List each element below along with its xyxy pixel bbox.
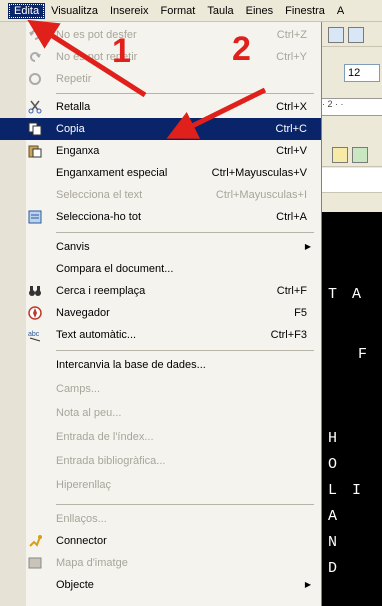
menu-item-links[interactable]: Enllaços... <box>0 508 321 530</box>
ruler-vertical <box>322 168 382 193</box>
menu-visualitza[interactable]: Visualitza <box>45 3 104 19</box>
doc-letter: D <box>328 560 338 577</box>
doc-letter: A <box>352 286 362 303</box>
paste-icon <box>28 144 42 158</box>
copy-icon <box>28 122 42 136</box>
menu-item-compare-document[interactable]: Compara el document... <box>0 258 321 280</box>
redo-icon <box>28 50 42 64</box>
menu-item-fields[interactable]: Camps... <box>0 378 321 400</box>
menu-edita[interactable]: Edita <box>8 2 46 19</box>
standard-toolbar <box>322 22 382 47</box>
submenu-arrow-icon: ▶ <box>304 580 311 589</box>
doc-letter: F <box>358 346 368 363</box>
menu-item-hyperlink[interactable]: Hiperenllaç <box>0 474 321 496</box>
menu-item-redo[interactable]: No es pot repetir Ctrl+Y <box>0 46 321 68</box>
menu-format[interactable]: Format <box>155 3 202 19</box>
menu-eines[interactable]: Eines <box>240 3 280 19</box>
menu-item-navigator[interactable]: Navegador F5 <box>0 302 321 324</box>
toolbar-icon[interactable] <box>348 27 364 43</box>
svg-text:abc: abc <box>28 331 40 338</box>
doc-letter: I <box>352 482 362 499</box>
binoculars-icon <box>28 284 42 298</box>
menu-taula[interactable]: Taula <box>201 3 239 19</box>
menu-item-plugin[interactable]: Connector <box>0 530 321 552</box>
menu-item-exchange-database[interactable]: Intercanvia la base de dades... <box>0 354 321 376</box>
menu-item-select-text[interactable]: Selecciona el text Ctrl+Mayusculas+I <box>0 184 321 206</box>
menu-separator <box>56 504 314 505</box>
menu-item-image-map[interactable]: Mapa d'imatge <box>0 552 321 574</box>
menu-item-changes[interactable]: Canvis ▶ <box>0 236 321 258</box>
menu-item-footnote[interactable]: Nota al peu... <box>0 402 321 424</box>
menu-item-autotext[interactable]: abc Text automàtic... Ctrl+F3 <box>0 324 321 346</box>
menu-item-paste-special[interactable]: Enganxament especial Ctrl+Mayusculas+V <box>0 162 321 184</box>
menu-item-undo[interactable]: No es pot desfer Ctrl+Z <box>0 24 321 46</box>
menu-separator <box>56 232 314 233</box>
menu-insereix[interactable]: Insereix <box>104 3 155 19</box>
menu-item-find-replace[interactable]: Cerca i reemplaça Ctrl+F <box>0 280 321 302</box>
autotext-icon: abc <box>28 328 42 342</box>
chart-icon[interactable] <box>352 147 368 163</box>
table-icon[interactable] <box>332 147 348 163</box>
menu-separator <box>56 93 314 94</box>
menu-item-repeat[interactable]: Repetir <box>0 68 321 90</box>
undo-icon <box>28 28 42 42</box>
doc-letter: N <box>328 534 338 551</box>
imagemap-icon <box>28 556 42 570</box>
menu-bar: Edita Visualitza Insereix Format Taula E… <box>0 0 382 22</box>
doc-letter: L <box>328 482 338 499</box>
menu-item-select-all[interactable]: Selecciona-ho tot Ctrl+A <box>0 206 321 228</box>
font-size-field[interactable]: 12 <box>344 64 380 82</box>
toolbar-icon[interactable] <box>328 27 344 43</box>
menu-item-cut[interactable]: Retalla Ctrl+X <box>0 96 321 118</box>
menu-separator <box>56 350 314 351</box>
ruler: · 2 · · <box>322 98 382 116</box>
scissors-icon <box>28 100 42 114</box>
annotation-number-1: 1 <box>112 32 131 70</box>
doc-letter: O <box>328 456 338 473</box>
format-toolbar <box>322 142 382 167</box>
plugin-icon <box>28 534 42 548</box>
doc-letter: T <box>328 286 338 303</box>
navigator-icon <box>28 306 42 320</box>
document-area: T A F H O L I A N D <box>322 270 382 606</box>
doc-letter: A <box>328 508 338 525</box>
menu-item-object[interactable]: Objecte ▶ <box>0 574 321 596</box>
toolbar-area: 12 · 2 · · <box>322 22 382 212</box>
menu-finestra[interactable]: Finestra <box>279 3 331 19</box>
annotation-number-2: 2 <box>232 30 251 68</box>
select-all-icon <box>28 210 42 224</box>
menu-item-paste[interactable]: Enganxa Ctrl+V <box>0 140 321 162</box>
doc-letter: H <box>328 430 338 447</box>
repeat-icon <box>28 72 42 86</box>
menu-item-index-entry[interactable]: Entrada de l'índex... <box>0 426 321 448</box>
menu-ajuda[interactable]: A <box>331 3 350 19</box>
menu-item-bibliography-entry[interactable]: Entrada bibliogràfica... <box>0 450 321 472</box>
submenu-arrow-icon: ▶ <box>304 242 311 251</box>
edit-menu-dropdown: No es pot desfer Ctrl+Z No es pot repeti… <box>0 22 322 606</box>
menu-item-copy[interactable]: Copia Ctrl+C <box>0 118 321 140</box>
